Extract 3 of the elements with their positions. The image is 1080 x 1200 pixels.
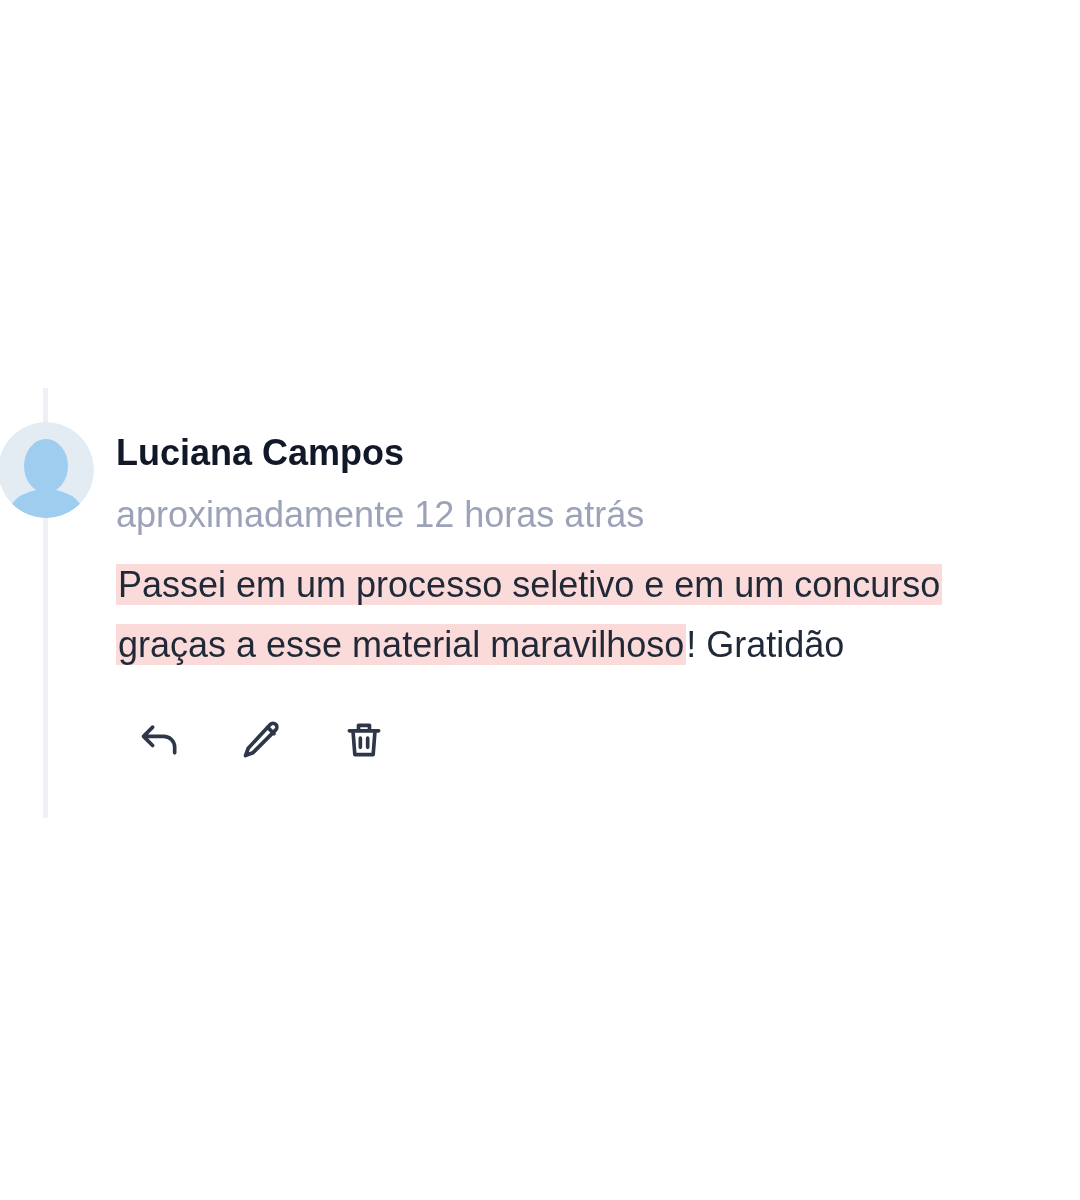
- author-name: Luciana Campos: [116, 431, 406, 475]
- comment-text: Passei em um processo seletivo e em um concurso graças a esse material maravilhoso! Gratidão: [116, 563, 944, 667]
- timestamp: aproximadamente 12 horas atrás: [116, 493, 646, 537]
